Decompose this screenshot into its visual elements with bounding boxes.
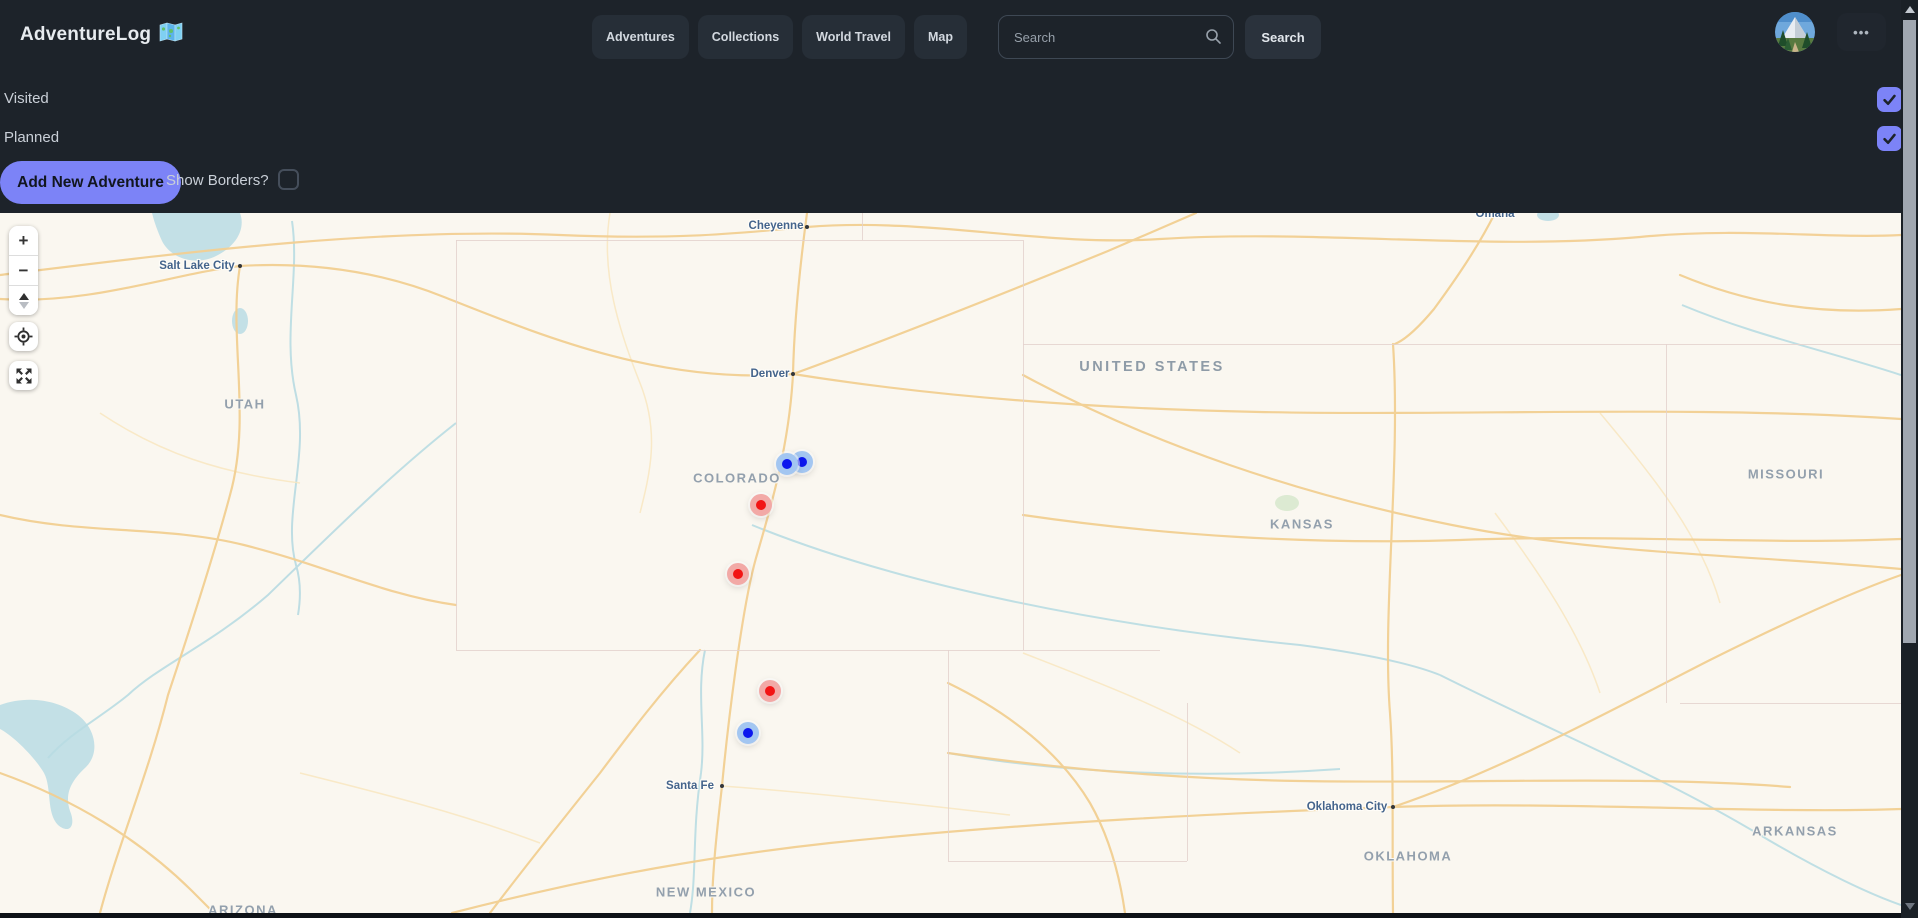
nav-map[interactable]: Map — [914, 15, 967, 59]
search-input[interactable] — [998, 15, 1234, 59]
nav-world-travel[interactable]: World Travel — [802, 15, 905, 59]
geolocate-icon — [14, 327, 33, 346]
avatar[interactable] — [1775, 12, 1815, 52]
compass-north-icon — [19, 293, 29, 300]
zoom-in-button[interactable]: + — [9, 226, 38, 255]
map-canvas[interactable]: UNITED STATES UTAH COLORADO KANSAS MISSOURI O… — [0, 213, 1901, 913]
zoom-control-group: + − — [9, 226, 38, 315]
state-border-line — [948, 861, 1187, 862]
state-border-line — [1187, 703, 1188, 861]
state-label: KANSAS — [1270, 517, 1334, 532]
state-border-line — [456, 240, 457, 650]
compass-button[interactable] — [9, 286, 38, 315]
compass-south-icon — [19, 302, 29, 309]
add-new-adventure-button[interactable]: Add New Adventure — [0, 161, 181, 204]
city-label: Denver — [751, 368, 790, 380]
fullscreen-button[interactable] — [9, 361, 38, 390]
state-label: OKLAHOMA — [1364, 849, 1453, 864]
bottom-edge-bar — [0, 913, 1901, 918]
check-icon — [1881, 130, 1898, 147]
planned-checkbox[interactable] — [1877, 126, 1902, 151]
search-button[interactable]: Search — [1245, 15, 1321, 59]
app-title: AdventureLog — [20, 24, 151, 46]
city-label: Cheyenne — [749, 220, 804, 232]
state-border-line — [1023, 240, 1024, 650]
minus-icon: − — [19, 262, 29, 279]
adventure-marker-visited[interactable] — [759, 680, 781, 702]
nav-adventures[interactable]: Adventures — [592, 15, 689, 59]
visited-checkbox[interactable] — [1877, 87, 1902, 112]
search-icon — [1205, 28, 1222, 50]
state-label: COLORADO — [693, 471, 781, 486]
search-field-wrap — [998, 15, 1234, 59]
state-border-line — [1666, 344, 1667, 703]
scrollbar-down-arrow-icon[interactable] — [1905, 903, 1915, 910]
map-emoji-icon — [159, 22, 183, 47]
show-borders-label: Show Borders? — [166, 172, 269, 189]
country-label: UNITED STATES — [1079, 359, 1225, 375]
city-label: Oklahoma City — [1307, 801, 1388, 813]
city-dot — [805, 225, 809, 229]
nav-links: Adventures Collections World Travel Map — [592, 15, 967, 59]
scrollbar-thumb[interactable] — [1903, 20, 1916, 643]
adventure-marker-visited[interactable] — [750, 494, 772, 516]
adventure-marker-planned[interactable] — [776, 453, 798, 475]
state-label: ARIZONA — [208, 903, 278, 914]
fullscreen-icon — [15, 367, 33, 385]
adventure-marker-planned[interactable] — [737, 722, 759, 744]
city-label: Santa Fe — [666, 780, 714, 792]
adventurelog-app: AdventureLog Adventures Collections Worl… — [0, 0, 1918, 918]
city-dot — [1391, 805, 1395, 809]
brand: AdventureLog — [20, 22, 183, 47]
state-label: MISSOURI — [1748, 467, 1824, 482]
state-border-line — [1680, 703, 1901, 704]
zoom-out-button[interactable]: − — [9, 256, 38, 285]
state-border-line — [948, 650, 949, 861]
map-terrain-art — [0, 213, 1901, 913]
nav-collections[interactable]: Collections — [698, 15, 793, 59]
adventure-marker-visited[interactable] — [727, 563, 749, 585]
scrollbar-up-arrow-icon[interactable] — [1905, 6, 1915, 13]
state-border-line — [456, 650, 1160, 651]
plus-icon: + — [19, 232, 29, 249]
state-label: NEW MEXICO — [656, 885, 756, 900]
scrollbar[interactable] — [1901, 0, 1918, 918]
state-border-line — [862, 213, 863, 240]
state-border-line — [456, 240, 1023, 241]
planned-label: Planned — [4, 129, 59, 146]
geolocate-button[interactable] — [9, 322, 38, 351]
visited-label: Visited — [4, 90, 49, 107]
city-dot — [791, 372, 795, 376]
city-dot — [238, 264, 242, 268]
state-label: ARKANSAS — [1752, 824, 1838, 839]
city-dot — [720, 784, 724, 788]
city-label: Salt Lake City — [159, 260, 234, 272]
state-border-line — [1023, 344, 1901, 345]
city-label: Omaha — [1476, 213, 1515, 220]
state-label: UTAH — [224, 397, 265, 412]
show-borders-checkbox[interactable] — [278, 169, 299, 190]
check-icon — [1881, 91, 1898, 108]
overflow-menu-button[interactable]: ••• — [1837, 13, 1886, 51]
